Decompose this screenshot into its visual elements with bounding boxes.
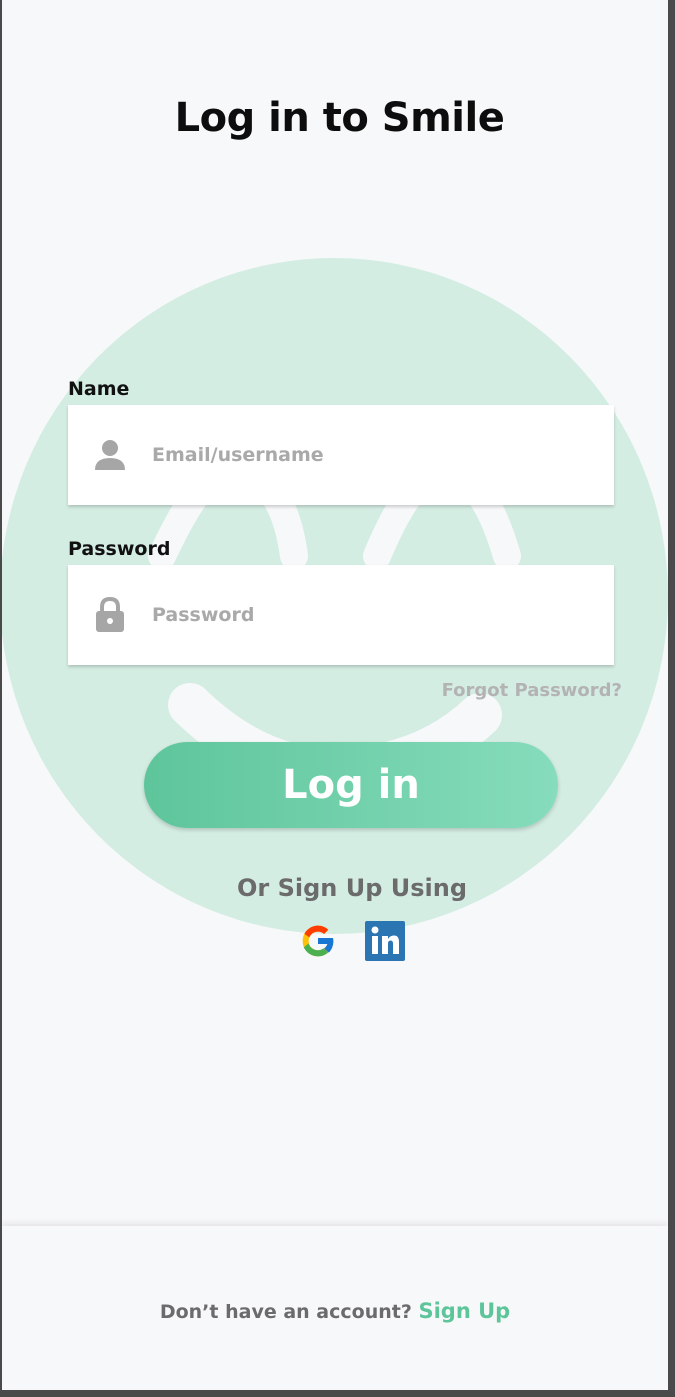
email-username-input[interactable] (152, 444, 572, 466)
footer: Don’t have an account? Sign Up (2, 1226, 668, 1390)
password-label: Password (68, 538, 171, 560)
password-field[interactable] (68, 565, 614, 665)
signup-prompt: Don’t have an account? Sign Up (2, 1299, 668, 1323)
login-screen: Log in to Smile Name Password Forgot Pas… (2, 0, 668, 1390)
user-icon (68, 438, 152, 472)
name-label: Name (68, 378, 130, 400)
lock-icon (68, 597, 152, 633)
login-button[interactable]: Log in (144, 742, 558, 828)
signup-prompt-text: Don’t have an account? (159, 1301, 419, 1323)
social-signup-heading: Or Sign Up Using (236, 874, 467, 902)
signup-link[interactable]: Sign Up (418, 1299, 510, 1323)
linkedin-icon[interactable] (365, 921, 405, 961)
page-title: Log in to Smile (174, 95, 505, 141)
google-icon[interactable] (298, 921, 338, 961)
name-field[interactable] (68, 405, 614, 505)
forgot-password-link[interactable]: Forgot Password? (442, 680, 622, 701)
password-input[interactable] (152, 604, 572, 626)
